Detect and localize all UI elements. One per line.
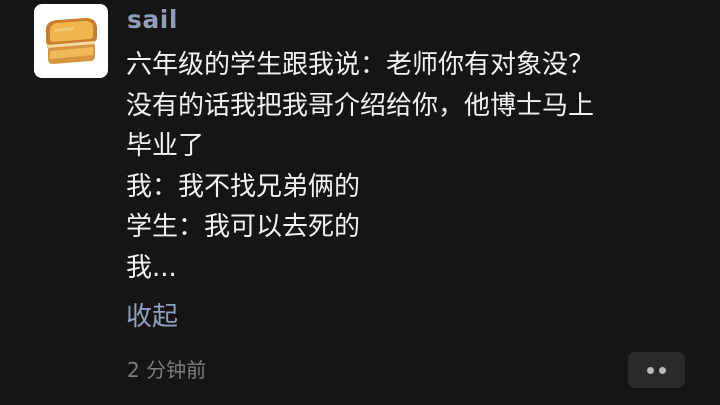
more-options-button[interactable] — [628, 352, 685, 388]
comment-line: 六年级的学生跟我说：老师你有对象没？ — [126, 50, 595, 80]
comment-line: 学生：我可以去死的 — [126, 212, 361, 242]
avatar[interactable] — [34, 4, 108, 78]
collapse-button[interactable]: 收起 — [126, 297, 178, 337]
comment-line: 我：我不找兄弟俩的 — [126, 171, 361, 202]
username[interactable]: sail — [127, 3, 178, 37]
toast-sandwich-icon — [45, 18, 98, 64]
more-dots-icon — [647, 367, 654, 374]
comment-line: 没有的话我把我哥介绍给你，他博士马上 — [126, 90, 595, 121]
comment-line: 毕业了 — [126, 131, 205, 161]
comment-body: 六年级的学生跟我说：老师你有对象没？ 没有的话我把我哥介绍给你，他博士马上 毕业… — [126, 45, 686, 288]
comment-timestamp: 2 分钟前 — [127, 358, 207, 382]
comment-line: 我... — [126, 252, 177, 283]
comment-item: sail 六年级的学生跟我说：老师你有对象没？ 没有的话我把我哥介绍给你，他博士… — [0, 0, 720, 405]
more-dots-icon — [659, 367, 666, 374]
